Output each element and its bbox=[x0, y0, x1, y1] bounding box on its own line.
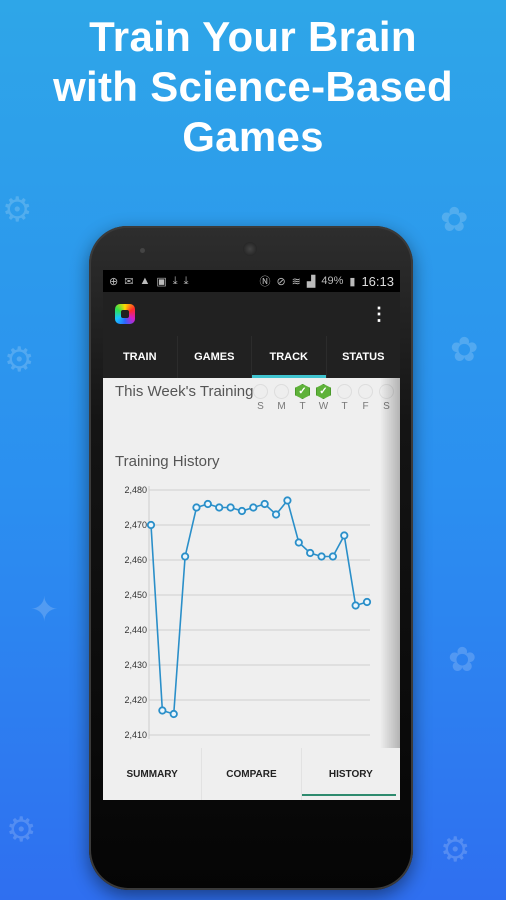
data-point[interactable] bbox=[283, 496, 292, 505]
app-bar: ⋮ bbox=[103, 292, 400, 336]
phone-speaker bbox=[243, 242, 257, 256]
series-line bbox=[150, 498, 368, 716]
empty-day-icon bbox=[274, 384, 289, 399]
data-point[interactable] bbox=[294, 538, 303, 547]
data-point[interactable] bbox=[351, 601, 360, 610]
mute-icon: ⊘ bbox=[276, 275, 286, 288]
day-label: M bbox=[277, 401, 286, 412]
day-1: M bbox=[274, 384, 289, 412]
day-5: F bbox=[358, 384, 373, 412]
data-point[interactable] bbox=[362, 597, 372, 607]
check-icon: ✓ bbox=[316, 384, 331, 399]
day-label: T bbox=[341, 401, 348, 412]
tab-status[interactable]: STATUS bbox=[325, 336, 401, 378]
tab-history[interactable]: HISTORY bbox=[300, 748, 400, 800]
promo-headline: Train Your Brain with Science-Based Game… bbox=[0, 12, 506, 162]
main-tabs: TRAIN GAMES TRACK STATUS bbox=[103, 336, 400, 378]
warning-icon: ▲ bbox=[139, 275, 151, 287]
headline-line-3: Games bbox=[182, 113, 324, 160]
empty-day-icon bbox=[337, 384, 352, 399]
y-tick-label: 2,480 bbox=[124, 485, 147, 495]
data-point[interactable] bbox=[328, 552, 337, 561]
mail-icon: ✉ bbox=[124, 275, 134, 288]
gear-icon: ⚙ bbox=[4, 341, 35, 379]
empty-day-icon bbox=[253, 384, 268, 399]
gear-icon: ⚙ bbox=[6, 811, 37, 849]
data-point[interactable] bbox=[158, 706, 167, 715]
more-vert-icon[interactable]: ⋮ bbox=[370, 305, 388, 323]
day-4: T bbox=[337, 384, 352, 412]
y-tick-label: 2,430 bbox=[124, 660, 147, 670]
day-6: S bbox=[379, 384, 394, 412]
week-days: S M ✓ T ✓ W T F S bbox=[253, 384, 394, 412]
puzzle-icon: ✦ bbox=[30, 591, 59, 629]
empty-day-icon bbox=[379, 384, 394, 399]
training-history-chart: 2,480 2,470 2,460 2,450 2,440 2,430 2,420 2,410 bbox=[103, 475, 400, 750]
brain-icon: ✿ bbox=[440, 201, 469, 239]
tab-track[interactable]: TRACK bbox=[251, 336, 326, 378]
data-point[interactable] bbox=[169, 709, 178, 719]
battery-icon: ▮ bbox=[349, 275, 356, 288]
y-tick-label: 2,460 bbox=[124, 555, 147, 565]
gear-icon: ⚙ bbox=[440, 831, 471, 869]
history-title: Training History bbox=[115, 453, 220, 470]
wifi-icon: ≋ bbox=[291, 275, 301, 288]
tab-games[interactable]: GAMES bbox=[176, 336, 252, 378]
data-point[interactable] bbox=[226, 503, 235, 512]
proximity-sensor bbox=[140, 248, 145, 253]
battery-percent: 49% bbox=[321, 275, 344, 287]
data-point[interactable] bbox=[317, 552, 326, 561]
headline-line-1: Train Your Brain bbox=[89, 13, 417, 60]
data-point[interactable] bbox=[271, 510, 281, 519]
clock: 16:13 bbox=[361, 273, 394, 289]
data-point[interactable] bbox=[192, 503, 201, 512]
headline-line-2: with Science-Based bbox=[53, 63, 453, 110]
y-tick-label: 2,470 bbox=[124, 520, 147, 530]
day-label: T bbox=[299, 401, 306, 412]
data-point[interactable] bbox=[260, 499, 269, 509]
brain-icon: ✿ bbox=[448, 641, 477, 679]
day-label: S bbox=[257, 401, 264, 412]
chart-svg: 2,480 2,470 2,460 2,450 2,440 2,430 2,420 2,410 bbox=[124, 485, 372, 740]
brain-icon: ⚙ bbox=[2, 191, 33, 229]
data-point[interactable] bbox=[340, 531, 349, 540]
chart-tabs: SUMMARY COMPARE HISTORY bbox=[103, 748, 400, 800]
download-icon: ⤓ bbox=[183, 274, 189, 287]
check-icon: ✓ bbox=[295, 384, 310, 399]
data-point[interactable] bbox=[249, 503, 258, 512]
weekly-training: This Week's Training S M ✓ T ✓ W T F S bbox=[103, 378, 400, 430]
tab-compare[interactable]: COMPARE bbox=[201, 748, 300, 800]
phone-screen: ⊕ ✉ ▲ ▣ ⤓ ⤓ Ⓝ ⊘ ≋ ▟ 49% ▮ 16:13 ⋮ TRAIN … bbox=[103, 270, 400, 800]
day-label: S bbox=[383, 401, 390, 412]
y-tick-label: 2,410 bbox=[124, 730, 147, 740]
download-icon: ⤓ bbox=[172, 274, 178, 287]
nfc-icon: Ⓝ bbox=[259, 276, 271, 288]
y-tick-label: 2,450 bbox=[124, 590, 147, 600]
empty-day-icon bbox=[358, 384, 373, 399]
data-point[interactable] bbox=[181, 552, 190, 561]
data-point[interactable] bbox=[306, 548, 315, 558]
add-icon: ⊕ bbox=[109, 275, 119, 288]
data-point[interactable] bbox=[146, 520, 156, 530]
image-icon: ▣ bbox=[156, 275, 167, 288]
app-logo-icon bbox=[115, 304, 135, 324]
day-label: F bbox=[362, 401, 369, 412]
y-tick-label: 2,440 bbox=[124, 625, 147, 635]
brain-icon: ✿ bbox=[450, 331, 479, 369]
day-3: ✓ W bbox=[316, 384, 331, 412]
data-point[interactable] bbox=[203, 499, 212, 509]
status-bar: ⊕ ✉ ▲ ▣ ⤓ ⤓ Ⓝ ⊘ ≋ ▟ 49% ▮ 16:13 bbox=[103, 270, 400, 292]
day-2: ✓ T bbox=[295, 384, 310, 412]
tab-summary[interactable]: SUMMARY bbox=[103, 748, 201, 800]
week-title: This Week's Training bbox=[115, 383, 254, 400]
y-tick-label: 2,420 bbox=[124, 695, 147, 705]
tab-train[interactable]: TRAIN bbox=[103, 336, 177, 378]
day-label: W bbox=[318, 401, 329, 412]
signal-icon: ▟ bbox=[306, 275, 316, 288]
day-0: S bbox=[253, 384, 268, 412]
data-point[interactable] bbox=[215, 503, 224, 512]
data-point[interactable] bbox=[237, 506, 247, 516]
